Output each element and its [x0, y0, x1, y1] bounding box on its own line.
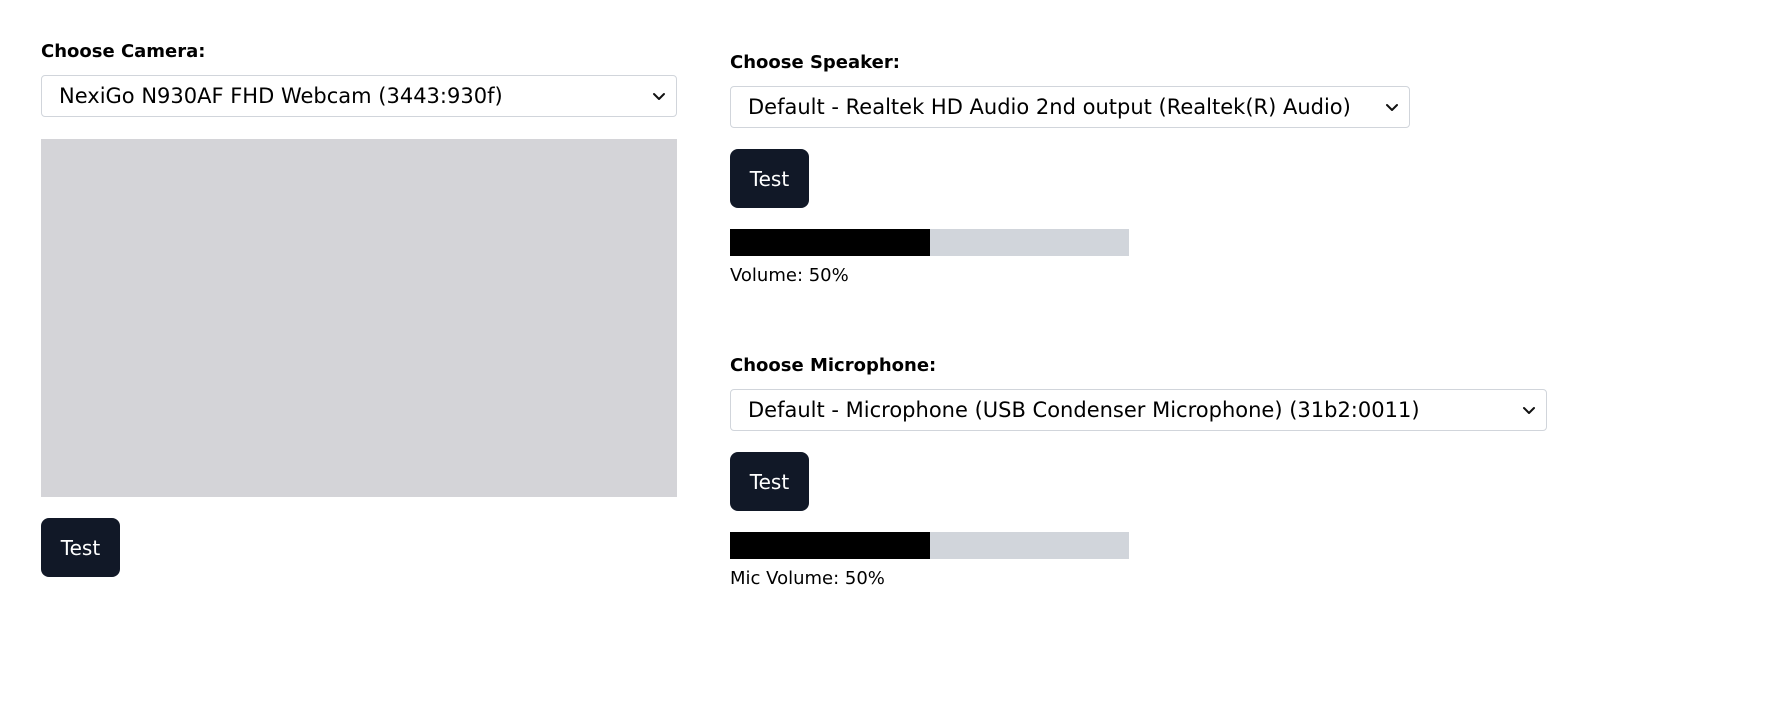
speaker-volume-fill	[730, 229, 930, 256]
microphone-select-value: Default - Microphone (USB Condenser Micr…	[748, 398, 1420, 422]
chevron-down-icon	[1523, 407, 1535, 414]
microphone-volume-meter	[730, 532, 1129, 559]
camera-test-button[interactable]: Test	[41, 518, 120, 577]
camera-select-value: NexiGo N930AF FHD Webcam (3443:930f)	[59, 84, 503, 108]
microphone-volume-fill	[730, 532, 930, 559]
camera-preview	[41, 139, 677, 497]
camera-label: Choose Camera:	[41, 41, 206, 62]
speaker-volume-meter	[730, 229, 1129, 256]
speaker-test-button[interactable]: Test	[730, 149, 809, 208]
chevron-down-icon	[1386, 104, 1398, 111]
microphone-select[interactable]: Default - Microphone (USB Condenser Micr…	[730, 389, 1547, 431]
speaker-select[interactable]: Default - Realtek HD Audio 2nd output (R…	[730, 86, 1410, 128]
microphone-label: Choose Microphone:	[730, 355, 937, 376]
chevron-down-icon	[653, 93, 665, 100]
microphone-test-button[interactable]: Test	[730, 452, 809, 511]
speaker-label: Choose Speaker:	[730, 52, 900, 73]
speaker-volume-text: Volume: 50%	[730, 265, 849, 286]
camera-select[interactable]: NexiGo N930AF FHD Webcam (3443:930f)	[41, 75, 677, 117]
speaker-select-value: Default - Realtek HD Audio 2nd output (R…	[748, 95, 1351, 119]
microphone-volume-text: Mic Volume: 50%	[730, 568, 885, 589]
